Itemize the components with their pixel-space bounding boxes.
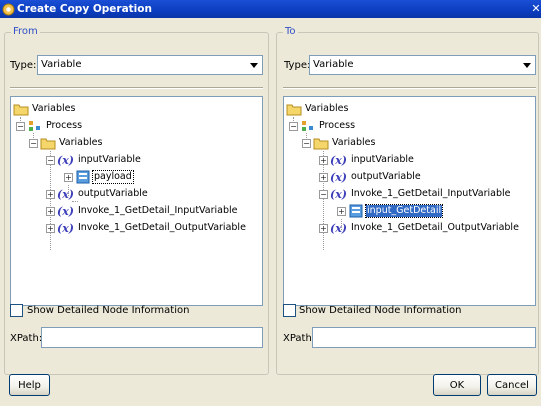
to-group-label: To bbox=[283, 26, 298, 38]
to-tree[interactable]: Variables − Process − Variables + (x) in… bbox=[283, 96, 536, 306]
expand-icon[interactable]: + bbox=[319, 172, 328, 182]
dialog-body: From Type: Variable Variables − Process … bbox=[0, 18, 541, 406]
variable-icon: (x) bbox=[57, 187, 74, 201]
from-tree[interactable]: Variables − Process − Variables − (x) in… bbox=[10, 96, 263, 306]
expand-icon[interactable]: + bbox=[319, 223, 328, 233]
tree-node[interactable]: − Variables bbox=[29, 135, 103, 151]
window-title: Create Copy Operation bbox=[17, 3, 152, 15]
tree-node[interactable]: + (x) outputVariable bbox=[319, 169, 422, 185]
variable-icon: (x) bbox=[330, 153, 347, 167]
to-type-select[interactable]: Variable bbox=[309, 55, 536, 75]
expand-icon[interactable]: + bbox=[46, 206, 55, 216]
folder-icon bbox=[286, 104, 302, 116]
to-show-detail-checkbox[interactable] bbox=[283, 304, 296, 317]
element-icon bbox=[76, 170, 90, 184]
process-icon bbox=[29, 121, 40, 131]
tree-node[interactable]: − (x) Invoke_1_GetDetail_InputVariable bbox=[319, 186, 512, 202]
chevron-down-icon[interactable] bbox=[522, 60, 532, 70]
collapse-icon[interactable]: − bbox=[16, 121, 25, 131]
tree-node[interactable]: + payload bbox=[64, 169, 134, 185]
expand-icon[interactable]: + bbox=[337, 206, 346, 216]
tree-node[interactable]: + (x) Invoke_1_GetDetail_InputVariable bbox=[46, 203, 239, 219]
to-type-value: Variable bbox=[313, 59, 354, 70]
variable-icon: (x) bbox=[57, 204, 74, 218]
collapse-icon[interactable]: − bbox=[302, 138, 311, 148]
tree-node[interactable]: + (x) Invoke_1_GetDetail_OutputVariable bbox=[46, 220, 247, 236]
tree-node[interactable]: Variables bbox=[286, 101, 349, 117]
expand-icon[interactable]: + bbox=[46, 223, 55, 233]
to-xpath-label: XPath: bbox=[283, 333, 316, 344]
element-icon bbox=[349, 204, 363, 218]
folder-icon bbox=[313, 138, 329, 150]
tree-node[interactable]: − Process bbox=[289, 118, 356, 134]
from-type-value: Variable bbox=[41, 59, 82, 70]
from-xpath-input[interactable] bbox=[41, 327, 263, 348]
to-xpath-input[interactable] bbox=[312, 327, 536, 348]
ok-button[interactable]: OK bbox=[433, 374, 481, 396]
variable-icon: (x) bbox=[57, 153, 74, 167]
expand-icon[interactable]: + bbox=[319, 155, 328, 165]
process-icon bbox=[302, 121, 313, 131]
app-icon bbox=[2, 3, 15, 15]
collapse-icon[interactable]: − bbox=[319, 189, 328, 199]
tree-node[interactable]: − (x) inputVariable bbox=[46, 152, 142, 168]
from-show-detail-label: Show Detailed Node Information bbox=[27, 305, 190, 316]
variable-icon: (x) bbox=[330, 221, 347, 235]
folder-icon bbox=[13, 104, 29, 116]
folder-icon bbox=[40, 138, 56, 150]
variable-icon: (x) bbox=[330, 170, 347, 184]
from-type-label: Type: bbox=[10, 60, 37, 71]
from-type-select[interactable]: Variable bbox=[37, 55, 263, 75]
variable-icon: (x) bbox=[57, 221, 74, 235]
tree-node[interactable]: − Variables bbox=[302, 135, 376, 151]
title-bar: Create Copy Operation ✕ bbox=[0, 0, 541, 18]
expand-icon[interactable]: + bbox=[64, 172, 73, 182]
from-xpath-label: XPath: bbox=[10, 333, 43, 344]
help-button[interactable]: Help bbox=[9, 374, 50, 396]
chevron-down-icon[interactable] bbox=[249, 60, 259, 70]
to-type-label: Type: bbox=[284, 60, 311, 71]
cancel-button[interactable]: Cancel bbox=[487, 374, 537, 396]
from-group-label: From bbox=[11, 26, 40, 38]
variable-icon: (x) bbox=[330, 187, 347, 201]
from-show-detail-checkbox[interactable] bbox=[10, 304, 23, 317]
tree-node[interactable]: Variables bbox=[13, 101, 76, 117]
to-separator bbox=[283, 87, 536, 89]
close-icon[interactable]: ✕ bbox=[531, 1, 541, 16]
tree-node[interactable]: + input_GetDetail bbox=[337, 203, 444, 219]
from-separator bbox=[10, 87, 263, 89]
tree-node[interactable]: + (x) Invoke_1_GetDetail_OutputVariable bbox=[319, 220, 520, 236]
to-show-detail-label: Show Detailed Node Information bbox=[299, 305, 462, 316]
tree-node[interactable]: + (x) outputVariable bbox=[46, 186, 149, 202]
tree-node[interactable]: + (x) inputVariable bbox=[319, 152, 415, 168]
collapse-icon[interactable]: − bbox=[289, 121, 298, 131]
collapse-icon[interactable]: − bbox=[46, 155, 55, 165]
expand-icon[interactable]: + bbox=[46, 189, 55, 199]
collapse-icon[interactable]: − bbox=[29, 138, 38, 148]
tree-node[interactable]: − Process bbox=[16, 118, 83, 134]
